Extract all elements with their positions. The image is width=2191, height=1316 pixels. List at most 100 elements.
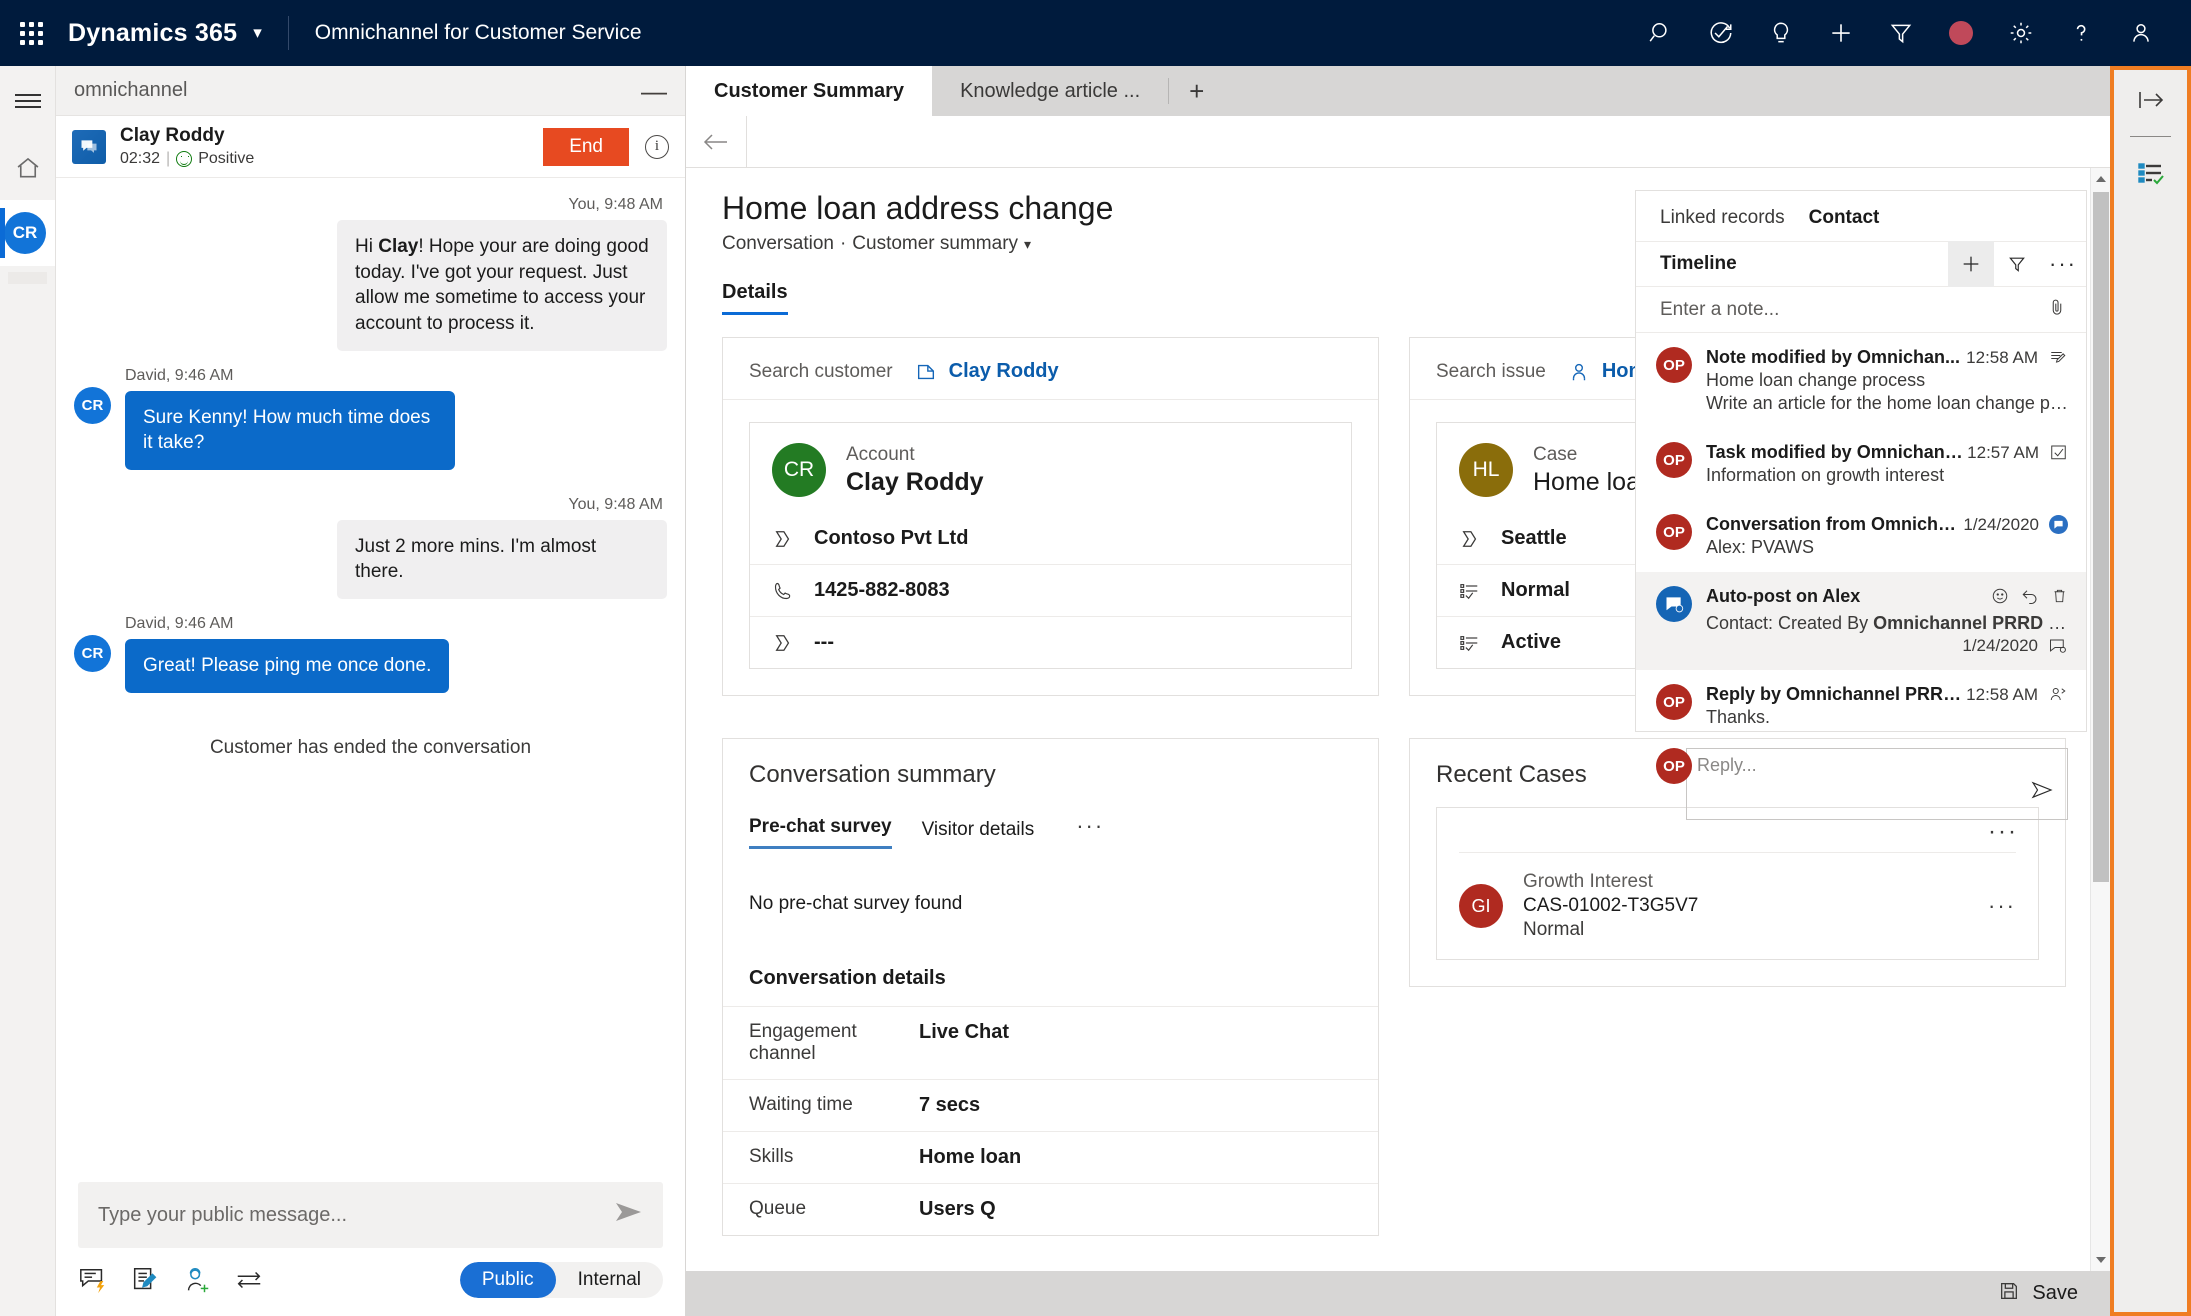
conversation-header: Clay Roddy 02:32 | Positive End i (56, 116, 685, 178)
detail-row: Waiting time 7 secs (723, 1079, 1378, 1131)
filter-icon[interactable] (1871, 0, 1931, 66)
more-ellipsis-icon[interactable]: ··· (1076, 813, 1104, 849)
message-input[interactable] (98, 1203, 615, 1227)
app-launcher-waffle-icon[interactable] (0, 21, 62, 45)
transfer-icon[interactable] (234, 1265, 286, 1295)
add-tab-icon[interactable]: + (1169, 66, 1224, 116)
timeline-item[interactable]: Auto-post on Alex Contact: Created By Om… (1636, 572, 2086, 670)
detail-key: Waiting time (749, 1094, 853, 1115)
send-icon[interactable] (2031, 781, 2053, 805)
task-check-icon (2051, 445, 2066, 460)
avatar: CR (74, 386, 111, 424)
scroll-down-arrow-icon[interactable] (2091, 1249, 2110, 1271)
case-priority: Normal (1523, 919, 1585, 940)
pre-chat-survey-empty-text: No pre-chat survey found (749, 893, 963, 914)
search-customer-value[interactable]: Clay Roddy (915, 360, 1059, 383)
save-disk-icon[interactable] (1998, 1280, 2020, 1308)
customer-field-value: --- (814, 631, 834, 653)
timeline-add-icon[interactable] (1948, 241, 1994, 287)
chevron-down-icon[interactable]: ▾ (1024, 236, 1031, 253)
rail-placeholder (8, 272, 47, 284)
home-icon[interactable] (0, 136, 55, 200)
delete-trash-icon[interactable] (2051, 587, 2068, 611)
send-icon[interactable] (615, 1201, 643, 1229)
lightbulb-icon[interactable] (1751, 0, 1811, 66)
detail-value: 7 secs (919, 1094, 981, 1116)
more-ellipsis-icon[interactable]: ··· (1988, 893, 2016, 919)
note-edit-icon[interactable] (130, 1265, 182, 1295)
tab-visitor-details[interactable]: Visitor details (922, 819, 1035, 849)
timeline-panel: Linked records Contact Timeline ··· Ente… (1635, 190, 2087, 820)
timeline-note-placeholder: Enter a note... (1660, 298, 1780, 320)
phone-icon (774, 582, 791, 599)
timeline-more-ellipsis-icon[interactable]: ··· (2040, 241, 2086, 287)
conversation-summary-tabs: Pre-chat survey Visitor details ··· (723, 789, 1378, 849)
mode-public-option[interactable]: Public (459, 1262, 556, 1298)
scrollbar-thumb[interactable] (2093, 192, 2109, 882)
breadcrumb-separator: · (839, 233, 847, 254)
timeline-item-description: Write an article for the home loan chang… (1706, 393, 2068, 413)
timeline-title: Timeline (1660, 253, 1737, 274)
gear-icon[interactable] (1991, 0, 2051, 66)
info-icon[interactable]: i (645, 134, 669, 159)
entity-name-value: Clay Roddy (846, 467, 984, 496)
tag-icon (1462, 530, 1477, 547)
timeline-item[interactable]: OP Conversation from Omnichan... 1/24/20… (1636, 500, 2086, 572)
add-agent-icon[interactable] (182, 1265, 234, 1295)
case-name: Growth Interest (1523, 871, 1653, 892)
check-circle-arrow-icon[interactable] (1691, 0, 1751, 66)
emoji-icon[interactable] (1991, 587, 2009, 611)
case-number: CAS-01002-T3G5V7 (1523, 895, 1699, 916)
conversation-summary-card: Conversation summary Pre-chat survey Vis… (722, 738, 1379, 1236)
customer-field-value: Contoso Pvt Ltd (814, 527, 969, 549)
timeline-note-input-row[interactable]: Enter a note... (1636, 287, 2086, 333)
timeline-item[interactable]: OP Reply by Omnichannel PRRD Pipeline 12… (1636, 670, 2086, 742)
message-meta: You, 9:48 AM (568, 495, 663, 513)
help-question-icon[interactable] (2051, 0, 2111, 66)
expand-pane-icon[interactable] (2114, 70, 2187, 130)
message-meta: You, 9:48 AM (568, 196, 663, 213)
end-conversation-button[interactable]: End (543, 127, 629, 166)
presence-busy-dot[interactable] (1931, 0, 1991, 66)
minimize-icon[interactable]: — (641, 78, 667, 104)
app-name-label: Omnichannel for Customer Service (314, 21, 642, 44)
rail-session-clay-roddy[interactable]: CR (0, 200, 55, 266)
message-mode-toggle[interactable]: Public Internal (459, 1262, 663, 1298)
tab-contact[interactable]: Contact (1809, 207, 1880, 229)
timeline-reply-input[interactable]: Reply... (1686, 748, 2068, 820)
timeline-filter-icon[interactable] (1994, 241, 2040, 287)
tab-knowledge-article[interactable]: Knowledge article ... (932, 66, 1168, 116)
mode-internal-option[interactable]: Internal (556, 1262, 663, 1298)
search-icon[interactable] (1631, 0, 1691, 66)
paperclip-icon[interactable] (2048, 297, 2066, 323)
timeline-item-subtitle: Information on growth interest (1706, 465, 1945, 485)
chevron-down-icon[interactable]: ▾ (253, 23, 262, 43)
tab-customer-summary[interactable]: Customer Summary (686, 66, 933, 116)
timeline-item[interactable]: OP Note modified by Omnichan... 12:58 AM… (1636, 333, 2086, 428)
tab-details[interactable]: Details (722, 281, 788, 315)
timeline-item[interactable]: OP Task modified by Omnichann... 12:57 A… (1636, 428, 2086, 500)
back-arrow-icon[interactable] (686, 116, 746, 168)
agent-scripts-icon[interactable] (2114, 143, 2187, 203)
site-map-menu-icon[interactable] (0, 66, 55, 136)
post-icon (2050, 639, 2066, 653)
conversation-timer: 02:32 (120, 150, 161, 168)
conversation-badge-icon (2049, 515, 2068, 534)
quick-reply-icon[interactable] (78, 1265, 130, 1295)
scroll-up-arrow-icon[interactable] (2091, 168, 2110, 190)
avatar: CR (74, 635, 111, 673)
reply-arrow-icon[interactable] (2021, 587, 2039, 611)
user-account-icon[interactable] (2111, 0, 2171, 66)
avatar: HL (1459, 443, 1513, 497)
tab-pre-chat-survey[interactable]: Pre-chat survey (749, 816, 892, 849)
avatar: OP (1656, 347, 1692, 383)
save-button[interactable]: Save (2032, 1282, 2078, 1305)
breadcrumb-form[interactable]: Customer summary (852, 233, 1018, 255)
chat-panel: omnichannel — Clay Roddy 02:32 | Positiv… (56, 66, 686, 1316)
message-bubble-incoming: Great! Please ping me once done. (125, 639, 450, 693)
list-item[interactable]: GI Growth Interest CAS-01002-T3G5V7 Norm… (1437, 853, 2038, 959)
tab-linked-records[interactable]: Linked records (1660, 207, 1785, 229)
session-tab-strip: Customer Summary Knowledge article ... + (686, 66, 2110, 116)
main-scrollbar[interactable] (2090, 168, 2110, 1271)
plus-icon[interactable] (1811, 0, 1871, 66)
